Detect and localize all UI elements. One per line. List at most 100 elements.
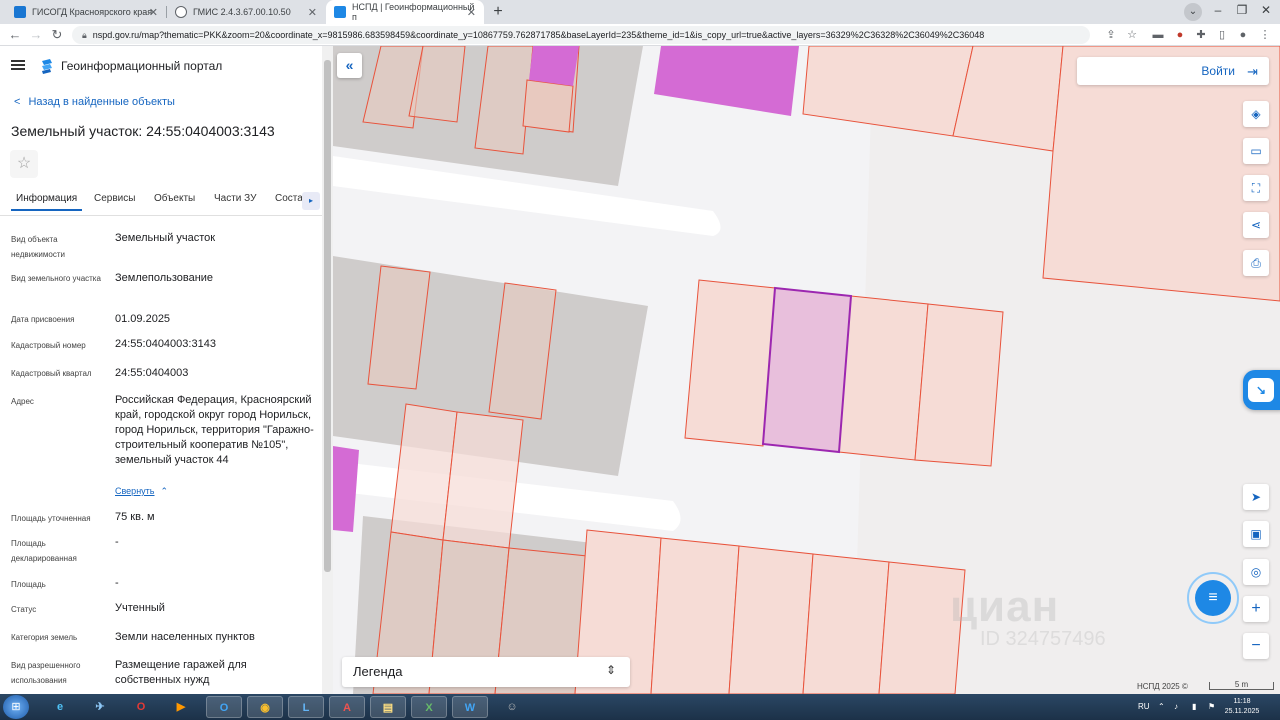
forward-arrow-icon[interactable]: → — [27, 26, 45, 44]
close-icon[interactable]: ✕ — [149, 6, 158, 19]
field-value: Землепользование — [115, 272, 214, 284]
select-area-icon[interactable]: ⛶ — [1243, 175, 1269, 201]
url-text: nspd.gov.ru/map?thematic=PKK&zoom=20&coo… — [92, 30, 985, 40]
network-icon[interactable]: ▮ — [1192, 702, 1196, 711]
field-label: Кадастровый номер — [11, 341, 86, 350]
kebab-menu-icon[interactable]: ⋮ — [1257, 27, 1273, 43]
parcel — [442, 411, 524, 549]
share-icon[interactable]: ⇪ — [1103, 27, 1119, 43]
page-title: Земельный участок: 24:55:0404003:3143 — [11, 123, 275, 139]
nspd-favicon-icon — [334, 6, 346, 18]
parcel — [728, 545, 814, 694]
close-icon[interactable]: ✕ — [308, 6, 317, 19]
field-label: Вид разрешенного использования — [11, 661, 81, 685]
field-value: - — [115, 536, 119, 548]
word-icon[interactable]: W — [452, 696, 488, 718]
ruler-icon[interactable]: ▭ — [1243, 138, 1269, 164]
new-tab-button[interactable]: + — [488, 2, 508, 22]
tab-services[interactable]: Сервисы — [94, 193, 135, 209]
share-icon[interactable]: ⋖ — [1243, 212, 1269, 238]
app-title: Геоинформационный портал — [61, 59, 223, 73]
legend-dropdown[interactable]: Легенда ⇕ — [342, 657, 630, 687]
login-icon: ⇥ — [1247, 64, 1258, 79]
chat-icon: ≡ — [1195, 580, 1231, 616]
scroll-thumb[interactable] — [324, 60, 331, 572]
volume-icon[interactable]: ♪ — [1174, 702, 1178, 711]
favorite-star-icon[interactable]: ☆ — [10, 150, 38, 178]
zoom-out-icon[interactable]: − — [1243, 633, 1269, 659]
map-canvas[interactable] — [333, 46, 1280, 694]
tab-search-chevron-icon[interactable]: ⌄ — [1184, 3, 1202, 21]
field-value: 24:55:0404003 — [115, 367, 189, 379]
restore-icon[interactable]: ❐ — [1230, 0, 1254, 22]
portal-logo-icon — [42, 59, 52, 74]
minimize-icon[interactable]: – — [1206, 0, 1230, 22]
chat-button[interactable]: ≡ — [1187, 572, 1239, 624]
tab-title: ГИСОГД Красноярского края — [32, 7, 153, 17]
address-value: Российская Федерация, Красноярский край,… — [115, 394, 314, 466]
tab-composition[interactable]: Соста — [275, 193, 303, 209]
field-label: Площадь уточненная — [11, 514, 91, 523]
side-panel-tab[interactable]: ↘ — [1243, 370, 1280, 410]
tabs-scroll-right-icon[interactable]: ▸ — [302, 192, 320, 210]
tab-objects[interactable]: Объекты — [154, 193, 195, 209]
field-label: Адрес — [11, 397, 34, 406]
acrobat-icon[interactable]: A — [329, 696, 365, 718]
tray-chevron-icon[interactable]: ⌃ — [1158, 702, 1165, 711]
tab-information[interactable]: Информация — [11, 193, 83, 211]
print-icon[interactable]: ⎙ — [1243, 250, 1269, 276]
puzzle-icon[interactable]: ✚ — [1193, 27, 1209, 43]
magenta-parcel — [333, 446, 359, 532]
selected-parcel[interactable] — [761, 286, 853, 454]
browser-tab-gisogd[interactable]: ГИСОГД Красноярского края ✕ — [6, 0, 166, 24]
professor-app-icon[interactable]: ☺ — [494, 696, 530, 718]
lync-icon[interactable]: L — [288, 696, 324, 718]
language-indicator[interactable]: RU — [1138, 702, 1150, 711]
parcel — [838, 295, 929, 461]
browser-tab-strip: ГИСОГД Красноярского края ✕ ГМИС 2.4.3.6… — [0, 0, 1280, 24]
browser-tab-nspd[interactable]: НСПД | Геоинформационный п ✕ — [326, 0, 484, 24]
media-player-icon[interactable]: ▶ — [163, 696, 199, 718]
reload-icon[interactable]: ↻ — [48, 26, 66, 44]
layers-icon[interactable]: ◈ — [1243, 101, 1269, 127]
profile-icon[interactable]: ● — [1235, 27, 1251, 43]
window-close-icon[interactable]: ✕ — [1254, 0, 1278, 22]
clock-date: 25.11.2025 — [1224, 708, 1260, 715]
back-arrow-icon[interactable]: ← — [6, 26, 24, 44]
navigation-icon[interactable]: ➤ — [1243, 484, 1269, 510]
lock-icon: 🔒︎ — [82, 30, 87, 40]
globe-icon — [175, 6, 187, 18]
flag-icon[interactable]: ⚑ — [1208, 702, 1215, 711]
parcel — [914, 303, 1004, 467]
geolocation-icon[interactable]: ◎ — [1243, 559, 1269, 585]
chrome-icon[interactable]: ◉ — [247, 696, 283, 718]
extension-icon[interactable]: ▬ — [1150, 27, 1166, 43]
zoom-in-icon[interactable]: + — [1243, 596, 1269, 622]
file-explorer-icon[interactable]: ▤ — [370, 696, 406, 718]
system-clock[interactable]: 11:18 25.11.2025 — [1222, 697, 1262, 717]
outlook-icon[interactable]: O — [206, 696, 242, 718]
opera-icon[interactable]: O — [123, 696, 159, 718]
collapse-link[interactable]: Свернуть ⌃ — [115, 486, 168, 497]
panel-scrollbar[interactable] — [322, 46, 333, 694]
browser-tab-gmis[interactable]: ГМИС 2.4.3.67.00.10.50 ✕ — [167, 0, 325, 24]
cadastral-number-value: 24:55:0404003:3143 — [115, 338, 216, 350]
field-label: Вид объекта недвижимости — [11, 235, 65, 259]
windows-start-icon[interactable]: ⊞ — [3, 695, 29, 719]
bookmark-star-icon[interactable]: ☆ — [1124, 27, 1140, 43]
extension-icon[interactable]: ● — [1172, 27, 1188, 43]
side-panel-icon[interactable]: ▯ — [1214, 27, 1230, 43]
login-button[interactable]: Войти — [1077, 57, 1269, 85]
address-bar[interactable]: 🔒︎ nspd.gov.ru/map?thematic=PKK&zoom=20&c… — [72, 26, 1090, 44]
cadastral-map[interactable] — [333, 46, 1280, 694]
minimap-icon[interactable]: ▣ — [1243, 521, 1269, 547]
back-to-results-link[interactable]: < Назад в найденные объекты — [14, 96, 175, 108]
collapse-label: Свернуть — [115, 486, 155, 496]
tab-parts[interactable]: Части ЗУ — [214, 193, 256, 209]
bird-app-icon[interactable]: ✈ — [82, 696, 118, 718]
collapse-panel-button[interactable]: « — [337, 53, 362, 78]
hamburger-menu-icon[interactable] — [11, 60, 25, 70]
excel-icon[interactable]: X — [411, 696, 447, 718]
close-icon[interactable]: ✕ — [467, 6, 476, 19]
internet-explorer-icon[interactable]: e — [42, 696, 78, 718]
